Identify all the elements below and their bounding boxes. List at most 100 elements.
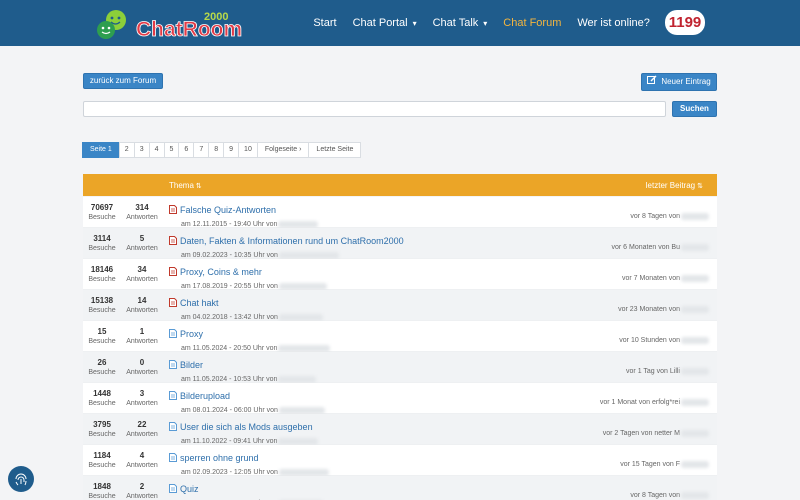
- topic-title-link[interactable]: Quiz: [180, 484, 199, 494]
- topic-title-link[interactable]: Bilder: [180, 360, 203, 370]
- nav-item-start[interactable]: Start: [305, 0, 344, 46]
- views-cell: 1848 Besuche: [83, 482, 121, 500]
- views-label: Besuche: [88, 493, 116, 500]
- topic-document-icon: [169, 449, 177, 467]
- logo-year: 2000: [204, 11, 228, 23]
- table-row[interactable]: 3114 Besuche 5 Antworten Daten, Fakten & Inf…: [83, 228, 717, 260]
- replies-label: Antworten: [126, 214, 158, 221]
- topic-cell: Daten, Fakten & Informationen rund um Ch…: [169, 232, 499, 260]
- table-row[interactable]: 1448 Besuche 3 Antworten Bilderupload am 08.0…: [83, 383, 717, 415]
- topic-document-icon: [169, 480, 177, 498]
- page-label: Letzte Seite: [316, 146, 354, 153]
- topic-title-link[interactable]: Chat hakt: [180, 298, 219, 308]
- replies-label: Antworten: [126, 493, 158, 500]
- replies-count: 1: [139, 327, 145, 336]
- last-post-cell: vor 7 Monaten von: [622, 275, 709, 282]
- topic-cell: Bilderupload am 08.01.2024 - 06:00 Uhr vo…: [169, 387, 499, 415]
- page-link[interactable]: 6: [178, 142, 195, 158]
- views-count: 1448: [93, 389, 111, 398]
- topic-cell: User die sich als Mods ausgeben am 11.10.…: [169, 418, 499, 446]
- table-row[interactable]: 1848 Besuche 2 Antworten Quizam 05.12.2020 -…: [83, 476, 717, 500]
- table-row[interactable]: 15 Besuche 1 Antworten Proxy am 11.05.2024 - …: [83, 321, 717, 353]
- last-page-button[interactable]: Letzte Seite: [308, 142, 362, 158]
- column-topic[interactable]: Thema ⇅: [169, 181, 202, 190]
- page-link[interactable]: 8: [208, 142, 225, 158]
- replies-cell: 22 Antworten: [123, 420, 161, 438]
- topic-cell: Chat hakt am 04.02.2018 - 13:42 Uhr von: [169, 294, 499, 322]
- views-label: Besuche: [88, 276, 116, 283]
- last-post-cell: vor 15 Tagen von F: [620, 461, 709, 468]
- topic-title-link[interactable]: Daten, Fakten & Informationen rund um Ch…: [180, 236, 404, 246]
- table-row[interactable]: 26 Besuche 0 Antworten Bilder am 11.05.2024 -…: [83, 352, 717, 384]
- redacted-author: [681, 430, 709, 437]
- nav-item-chat-talk[interactable]: Chat Talk ▾: [425, 0, 496, 46]
- page-label: 6: [184, 146, 189, 153]
- fingerprint-icon[interactable]: [8, 466, 34, 492]
- search-button[interactable]: Suchen: [672, 101, 717, 117]
- page-link[interactable]: 3: [133, 142, 150, 158]
- site-logo[interactable]: ChatRoom 2000: [92, 6, 244, 44]
- back-to-forum-button[interactable]: zurück zum Forum: [83, 73, 163, 89]
- replies-count: 0: [139, 358, 145, 367]
- replies-cell: 3 Antworten: [123, 389, 161, 407]
- replies-label: Antworten: [126, 245, 158, 252]
- views-count: 70697: [90, 203, 114, 212]
- next-page-button[interactable]: Folgeseite ›: [256, 142, 310, 158]
- views-cell: 15 Besuche: [83, 327, 121, 345]
- page-link[interactable]: 9: [223, 142, 240, 158]
- topic-title-link[interactable]: Proxy: [180, 329, 203, 339]
- redacted-author: [681, 306, 709, 313]
- chevron-down-icon: ▾: [412, 18, 417, 28]
- last-post-info: vor 15 Tagen von F: [620, 461, 680, 468]
- page-label: 3: [139, 146, 144, 153]
- page-link[interactable]: 4: [148, 142, 165, 158]
- page-label: 4: [154, 146, 159, 153]
- replies-label: Antworten: [126, 431, 158, 438]
- sort-icon: ⇅: [697, 183, 703, 190]
- topic-title-link[interactable]: Proxy, Coins & mehr: [180, 267, 262, 277]
- table-row[interactable]: 3795 Besuche 22 Antworten User die sich als …: [83, 414, 717, 446]
- replies-count: 22: [137, 420, 147, 429]
- page-link[interactable]: 10: [238, 142, 258, 158]
- topic-cell: Bilder am 11.05.2024 - 10:53 Uhr von: [169, 356, 499, 384]
- nav-item-label: Wer ist online?: [577, 17, 650, 29]
- nav-item-chat-forum[interactable]: Chat Forum: [495, 0, 569, 46]
- nav-item-label: Chat Forum: [503, 17, 562, 29]
- views-count: 15: [97, 327, 107, 336]
- page-label: 7: [199, 146, 204, 153]
- column-last-post-label: letzter Beitrag: [645, 181, 696, 190]
- table-row[interactable]: 1184 Besuche 4 Antworten sperren ohne grund a…: [83, 445, 717, 477]
- nav-item-label: Start: [313, 17, 337, 29]
- topic-title-link[interactable]: Bilderupload: [180, 391, 230, 401]
- table-row[interactable]: 18146 Besuche 34 Antworten Proxy, Coins & me…: [83, 259, 717, 291]
- last-post-cell: vor 10 Stunden von: [619, 337, 709, 344]
- last-post-info: vor 6 Monaten von Bu: [611, 244, 681, 251]
- page-link[interactable]: 2: [118, 142, 135, 158]
- nav-item-chat-portal[interactable]: Chat Portal ▾: [345, 0, 425, 46]
- views-label: Besuche: [88, 462, 116, 469]
- pinned-topic-icon: [169, 263, 177, 281]
- nav-item-wer-ist-online[interactable]: Wer ist online?: [569, 0, 658, 46]
- topic-title-link[interactable]: User die sich als Mods ausgeben: [180, 422, 313, 432]
- topic-title-link[interactable]: sperren ohne grund: [180, 453, 259, 463]
- page-link[interactable]: 5: [163, 142, 180, 158]
- topic-title-link[interactable]: Falsche Quiz-Antworten: [180, 205, 276, 215]
- forum-search-input[interactable]: [83, 101, 666, 117]
- replies-cell: 4 Antworten: [123, 451, 161, 469]
- last-post-cell: vor 6 Monaten von Bu: [611, 244, 709, 251]
- table-row[interactable]: 70697 Besuche 314 Antworten Falsche Quiz-Ant…: [83, 197, 717, 229]
- last-post-cell: vor 8 Tagen von: [630, 492, 709, 499]
- views-cell: 1448 Besuche: [83, 389, 121, 407]
- replies-cell: 1 Antworten: [123, 327, 161, 345]
- views-label: Besuche: [88, 245, 116, 252]
- last-post-cell: vor 23 Monaten von: [618, 306, 709, 313]
- column-last-post[interactable]: letzter Beitrag ⇅: [646, 181, 703, 190]
- replies-label: Antworten: [126, 462, 158, 469]
- new-entry-button[interactable]: Neuer Eintrag: [641, 73, 717, 91]
- table-row[interactable]: 15138 Besuche 14 Antworten Chat hakt am 04.02…: [83, 290, 717, 322]
- topic-document-icon: [169, 387, 177, 405]
- online-count-badge[interactable]: 1199: [665, 10, 705, 35]
- page-link[interactable]: 7: [193, 142, 210, 158]
- page-current[interactable]: Seite 1: [82, 142, 120, 158]
- topic-cell: Proxy, Coins & mehr am 17.08.2019 - 20:55…: [169, 263, 499, 291]
